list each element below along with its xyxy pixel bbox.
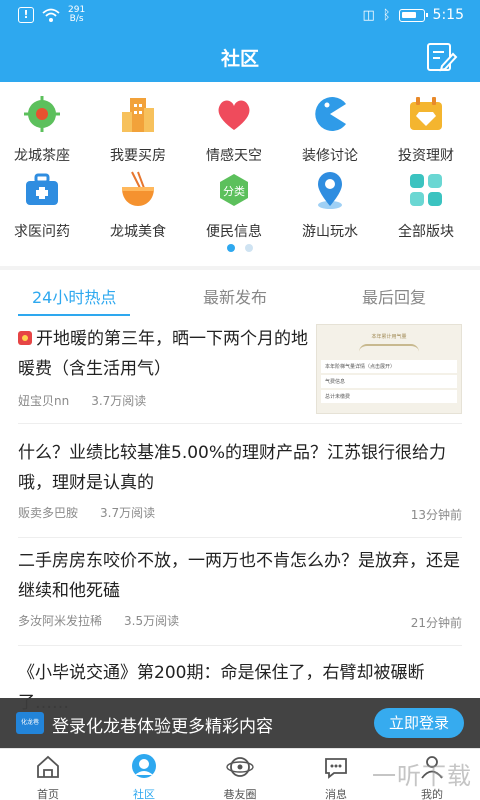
category-finance[interactable]: 投资理财: [378, 94, 474, 165]
thumbnail-text: 本年阶梯气量详情（点击展开）: [321, 360, 457, 373]
post-title: 开地暖的第三年，晒一下两个月的地暖费（含生活用气）: [18, 329, 308, 379]
thumbnail-gauge: [359, 344, 419, 352]
category-grid: 龙城茶座 我要买房 情感天空 装修讨论 投资理财 求医问药 龙城美食 分类 便民…: [0, 82, 480, 266]
vibrate-icon: ◫: [362, 7, 375, 23]
category-label: 游山玩水: [302, 224, 358, 240]
category-label: 龙城美食: [110, 224, 166, 240]
post-item[interactable]: 开地暖的第三年，晒一下两个月的地暖费（含生活用气） 妞宝贝nn 3.7万阅读 本…: [18, 324, 462, 424]
login-banner-text: 登录化龙巷体验更多精彩内容: [52, 717, 273, 737]
category-emotion[interactable]: 情感天空: [186, 94, 282, 165]
nav-label: 巷友圈: [223, 788, 257, 800]
category-decoration[interactable]: 装修讨论: [282, 94, 378, 165]
nav-label: 消息: [325, 788, 347, 800]
active-tab-indicator: [18, 314, 130, 316]
network-speed: 291 B/s: [68, 5, 86, 24]
post-title: 什么？业绩比较基准5.00%的理财产品？江苏银行很给力哦，理财是认真的: [18, 443, 447, 493]
compose-post-icon[interactable]: [424, 40, 458, 74]
medical-kit-icon: [26, 173, 58, 205]
heart-icon: [218, 100, 250, 130]
bluetooth-icon: ᛒ: [382, 7, 391, 23]
svg-text:分类: 分类: [223, 184, 245, 198]
building-icon: [122, 98, 154, 132]
community-icon: [132, 754, 156, 778]
category-medical[interactable]: 求医问药: [0, 170, 90, 241]
page-indicator: [0, 244, 480, 252]
tab-24h-hot[interactable]: 24小时热点: [32, 284, 116, 308]
category-label: 求医问药: [14, 224, 70, 240]
message-icon: [325, 758, 347, 779]
post-title: 二手房房东咬价不放，一两万也不肯怎么办？是放弃，还是继续和他死磕: [18, 551, 460, 601]
post-time: 21分钟前: [410, 616, 462, 630]
category-label: 情感天空: [206, 148, 262, 164]
feed: 24小时热点 最新发布 最后回复 开地暖的第三年，晒一下两个月的地暖费（含生活用…: [0, 270, 480, 750]
page-dot: [245, 244, 253, 252]
post-thumbnail: 本年累计用气量 本年阶梯气量详情（点击展开） 气费信息 总计未缴费: [316, 324, 462, 414]
category-label: 我要买房: [110, 148, 166, 164]
category-travel[interactable]: 游山玩水: [282, 170, 378, 241]
planet-icon: [226, 757, 254, 777]
clock: 5:15: [432, 7, 464, 23]
title-bar: 社区: [0, 32, 480, 82]
category-buy-house[interactable]: 我要买房: [90, 94, 186, 165]
login-banner: 化龙巷 登录化龙巷体验更多精彩内容 立即登录: [0, 698, 480, 748]
category-teahouse[interactable]: 龙城茶座: [0, 94, 90, 165]
hot-badge-icon: [18, 331, 32, 345]
classify-icon: 分类: [220, 174, 248, 206]
nav-community[interactable]: 社区: [96, 749, 192, 800]
login-button[interactable]: 立即登录: [374, 708, 464, 738]
page-title: 社区: [220, 48, 259, 70]
post-item[interactable]: 什么？业绩比较基准5.00%的理财产品？江苏银行很给力哦，理财是认真的 贩卖多巴…: [18, 434, 462, 538]
nav-home[interactable]: 首页: [0, 749, 96, 800]
category-label: 龙城茶座: [14, 148, 70, 164]
warning-icon: !: [18, 7, 34, 23]
category-label: 全部版块: [398, 224, 454, 240]
tab-latest[interactable]: 最新发布: [203, 284, 267, 308]
watermark: 一听下载: [372, 762, 472, 790]
tab-last-reply[interactable]: 最后回复: [362, 284, 426, 308]
app-logo: 化龙巷: [16, 712, 44, 734]
location-pin-icon: [318, 172, 342, 209]
category-food[interactable]: 龙城美食: [90, 170, 186, 241]
thumbnail-text: 总计未缴费: [321, 390, 457, 403]
page-dot-active: [227, 244, 235, 252]
post-views: 3.7万阅读: [91, 394, 147, 408]
all-sections-icon: [410, 174, 442, 206]
feed-tabs: 24小时热点 最新发布 最后回复: [0, 270, 480, 320]
post-author: 贩卖多巴胺: [18, 506, 79, 520]
home-icon: [37, 755, 59, 778]
thumbnail-text: 本年累计用气量: [371, 334, 407, 340]
post-time: 13分钟前: [410, 508, 462, 522]
category-label: 装修讨论: [302, 148, 358, 164]
post-item[interactable]: 二手房房东咬价不放，一两万也不肯怎么办？是放弃，还是继续和他死磕 多汝阿米发拉稀…: [18, 542, 462, 646]
teahouse-icon: [24, 96, 60, 132]
diamond-icon: [410, 97, 442, 130]
nav-messages[interactable]: 消息: [288, 749, 384, 800]
nav-friends[interactable]: 巷友圈: [192, 749, 288, 800]
status-bar: ! 291 B/s ◫ ᛒ 5:15: [0, 0, 480, 32]
category-info[interactable]: 分类 便民信息: [186, 170, 282, 241]
wifi-icon: [42, 8, 60, 22]
pacman-icon: [315, 97, 346, 131]
noodle-bowl-icon: [122, 171, 154, 206]
post-views: 3.5万阅读: [124, 614, 180, 628]
post-author: 妞宝贝nn: [18, 394, 70, 408]
nav-label: 社区: [133, 788, 155, 800]
post-views: 3.7万阅读: [100, 506, 156, 520]
category-all[interactable]: 全部版块: [378, 170, 474, 241]
nav-label: 首页: [37, 788, 59, 800]
post-author: 多汝阿米发拉稀: [18, 614, 103, 628]
category-label: 投资理财: [398, 148, 454, 164]
battery-icon: [398, 8, 428, 22]
thumbnail-text: 气费信息: [321, 375, 457, 388]
category-label: 便民信息: [206, 224, 262, 240]
